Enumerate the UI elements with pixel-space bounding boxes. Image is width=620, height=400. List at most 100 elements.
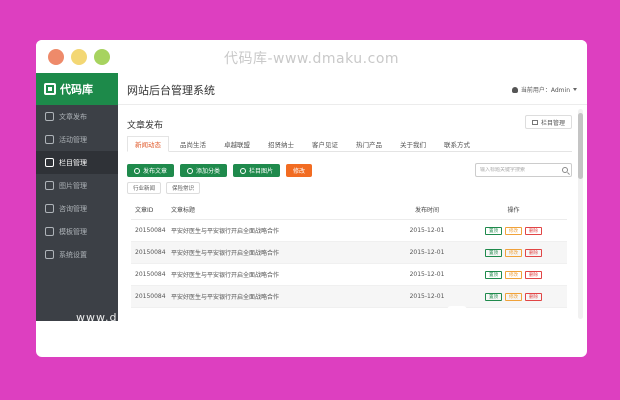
- cell-date: 2015-12-01: [409, 227, 445, 234]
- sidebar-item-label: 模板管理: [59, 227, 87, 236]
- pin-button[interactable]: 置顶: [485, 292, 502, 301]
- window-titlebar: 代码库-www.dmaku.com: [36, 40, 587, 73]
- row-edit-button[interactable]: 修改: [505, 292, 522, 301]
- tab-contact[interactable]: 联系方式: [437, 136, 477, 152]
- add-category-button[interactable]: 添加分类: [180, 164, 228, 177]
- template-icon: [45, 227, 54, 236]
- logo-text: 代码库: [60, 83, 93, 96]
- column-header-id[interactable]: 文章ID: [131, 205, 171, 214]
- table-row[interactable]: 20150084 平安好医生与平安银行开启全面战略合作 2015-12-01 置…: [131, 220, 567, 242]
- row-delete-button[interactable]: 删除: [525, 226, 542, 235]
- filter-insurance-tips[interactable]: 保险常识: [166, 182, 201, 194]
- publish-label: 发布文章: [143, 168, 168, 175]
- search-box: [475, 163, 572, 177]
- table-row[interactable]: 20150084 平安好医生与平安银行开启全面战略合作 2015-12-01 置…: [131, 242, 567, 264]
- cell-id: 20150084: [135, 293, 166, 300]
- row-delete-button[interactable]: 删除: [525, 292, 542, 301]
- chevron-down-icon: [573, 88, 577, 91]
- site-title: 代码库-www.dmaku.com: [223, 51, 400, 67]
- sidebar-item-label: 栏目管理: [59, 158, 87, 167]
- plus-icon: [187, 167, 194, 174]
- image-icon: [240, 167, 247, 174]
- sidebar-item-label: 文章发布: [59, 112, 87, 121]
- row-edit-button[interactable]: 修改: [505, 248, 522, 257]
- row-actions: 置顶 修改 删除: [460, 248, 567, 257]
- cell-date: 2015-12-01: [409, 249, 445, 256]
- cell-date: 2015-12-01: [409, 271, 445, 278]
- gear-icon: [45, 250, 54, 259]
- cell-title[interactable]: 平安好医生与平安银行开启全面战略合作: [171, 226, 394, 235]
- column-manage-label: 栏目管理: [540, 119, 565, 127]
- row-edit-button[interactable]: 修改: [505, 226, 522, 235]
- sidebar-item-consult[interactable]: 咨询管理: [36, 197, 118, 220]
- logo-icon: [44, 83, 56, 95]
- tab-lifestyle[interactable]: 品尚生活: [173, 136, 213, 152]
- page-title: 文章发布: [127, 121, 164, 131]
- sidebar-item-article-publish[interactable]: 文章发布: [36, 105, 118, 128]
- add-category-label: 添加分类: [196, 168, 221, 175]
- watermark-logo: 代码库: [447, 303, 522, 328]
- sidebar-item-activity[interactable]: 活动管理: [36, 128, 118, 151]
- sidebar-item-templates[interactable]: 模板管理: [36, 220, 118, 243]
- user-icon: [511, 86, 518, 93]
- row-delete-button[interactable]: 删除: [525, 248, 542, 257]
- admin-app: 代码库 文章发布 活动管理 栏目管理 图片管理 咨询管理 模板管理 系统设置 网…: [36, 73, 587, 321]
- search-icon[interactable]: [562, 167, 568, 173]
- pin-button[interactable]: 置顶: [485, 248, 502, 257]
- column-header-date[interactable]: 发布时间: [394, 205, 460, 214]
- calendar-icon: [45, 135, 54, 144]
- watermark-logo-icon: [447, 305, 467, 326]
- cell-title[interactable]: 平安好医生与平安银行开启全面战略合作: [171, 248, 394, 257]
- vertical-scrollbar[interactable]: [578, 109, 583, 319]
- row-delete-button[interactable]: 删除: [525, 270, 542, 279]
- column-header-title[interactable]: 文章标题: [171, 205, 394, 214]
- sidebar-item-label: 系统设置: [59, 250, 87, 259]
- cell-title[interactable]: 平安好医生与平安银行开启全面战略合作: [171, 270, 394, 279]
- tab-about[interactable]: 关于我们: [393, 136, 433, 152]
- watermark-logo-text: 代码库: [471, 308, 522, 328]
- sidebar: 代码库 文章发布 活动管理 栏目管理 图片管理 咨询管理 模板管理 系统设置: [36, 73, 118, 321]
- chat-icon: [45, 204, 54, 213]
- action-toolbar: 发布文章 添加分类 栏目图片 修改: [127, 164, 313, 177]
- row-actions: 置顶 修改 删除: [460, 226, 567, 235]
- top-header: 网站后台管理系统 当前用户：Admin: [118, 73, 587, 105]
- row-actions: 置顶 修改 删除: [460, 270, 567, 279]
- column-image-label: 栏目图片: [249, 168, 274, 175]
- columns-icon: [45, 158, 54, 167]
- table-row[interactable]: 20150084 平安好医生与平安银行开启全面战略合作 2015-12-01 置…: [131, 264, 567, 286]
- cell-date: 2015-12-01: [409, 293, 445, 300]
- cell-id: 20150084: [135, 249, 166, 256]
- sidebar-logo[interactable]: 代码库: [36, 73, 118, 105]
- app-title: 网站后台管理系统: [127, 84, 215, 97]
- tab-testimonials[interactable]: 客户见证: [305, 136, 345, 152]
- tab-recruit[interactable]: 招贤纳士: [261, 136, 301, 152]
- send-icon: [134, 167, 140, 174]
- tab-products[interactable]: 热门产品: [349, 136, 389, 152]
- user-menu[interactable]: 当前用户：Admin: [511, 85, 577, 94]
- scrollbar-thumb[interactable]: [578, 113, 583, 179]
- pin-button[interactable]: 置顶: [485, 270, 502, 279]
- edit-button[interactable]: 修改: [286, 164, 313, 177]
- row-edit-button[interactable]: 修改: [505, 270, 522, 279]
- filter-industry-news[interactable]: 行业新闻: [127, 182, 162, 194]
- tab-news[interactable]: 新闻动态: [127, 136, 169, 152]
- publish-article-button[interactable]: 发布文章: [127, 164, 175, 177]
- cell-title[interactable]: 平安好医生与平安银行开启全面战略合作: [171, 292, 394, 301]
- table-header: 文章ID 文章标题 发布时间 操作: [131, 200, 567, 220]
- cell-id: 20150084: [135, 271, 166, 278]
- pin-button[interactable]: 置顶: [485, 226, 502, 235]
- watermark-url: www.d: [76, 311, 118, 324]
- edit-icon: [45, 112, 54, 121]
- cell-id: 20150084: [135, 227, 166, 234]
- sidebar-item-images[interactable]: 图片管理: [36, 174, 118, 197]
- sidebar-item-columns[interactable]: 栏目管理: [36, 151, 118, 174]
- user-label: 当前用户：Admin: [520, 87, 570, 94]
- tab-alliance[interactable]: 卓越联盟: [217, 136, 257, 152]
- search-input[interactable]: [480, 167, 560, 173]
- column-image-button[interactable]: 栏目图片: [233, 164, 281, 177]
- sidebar-item-settings[interactable]: 系统设置: [36, 243, 118, 266]
- column-manage-button[interactable]: 栏目管理: [524, 115, 572, 129]
- row-actions: 置顶 修改 删除: [460, 292, 567, 301]
- sidebar-item-label: 咨询管理: [59, 204, 87, 213]
- sidebar-item-label: 活动管理: [59, 135, 87, 144]
